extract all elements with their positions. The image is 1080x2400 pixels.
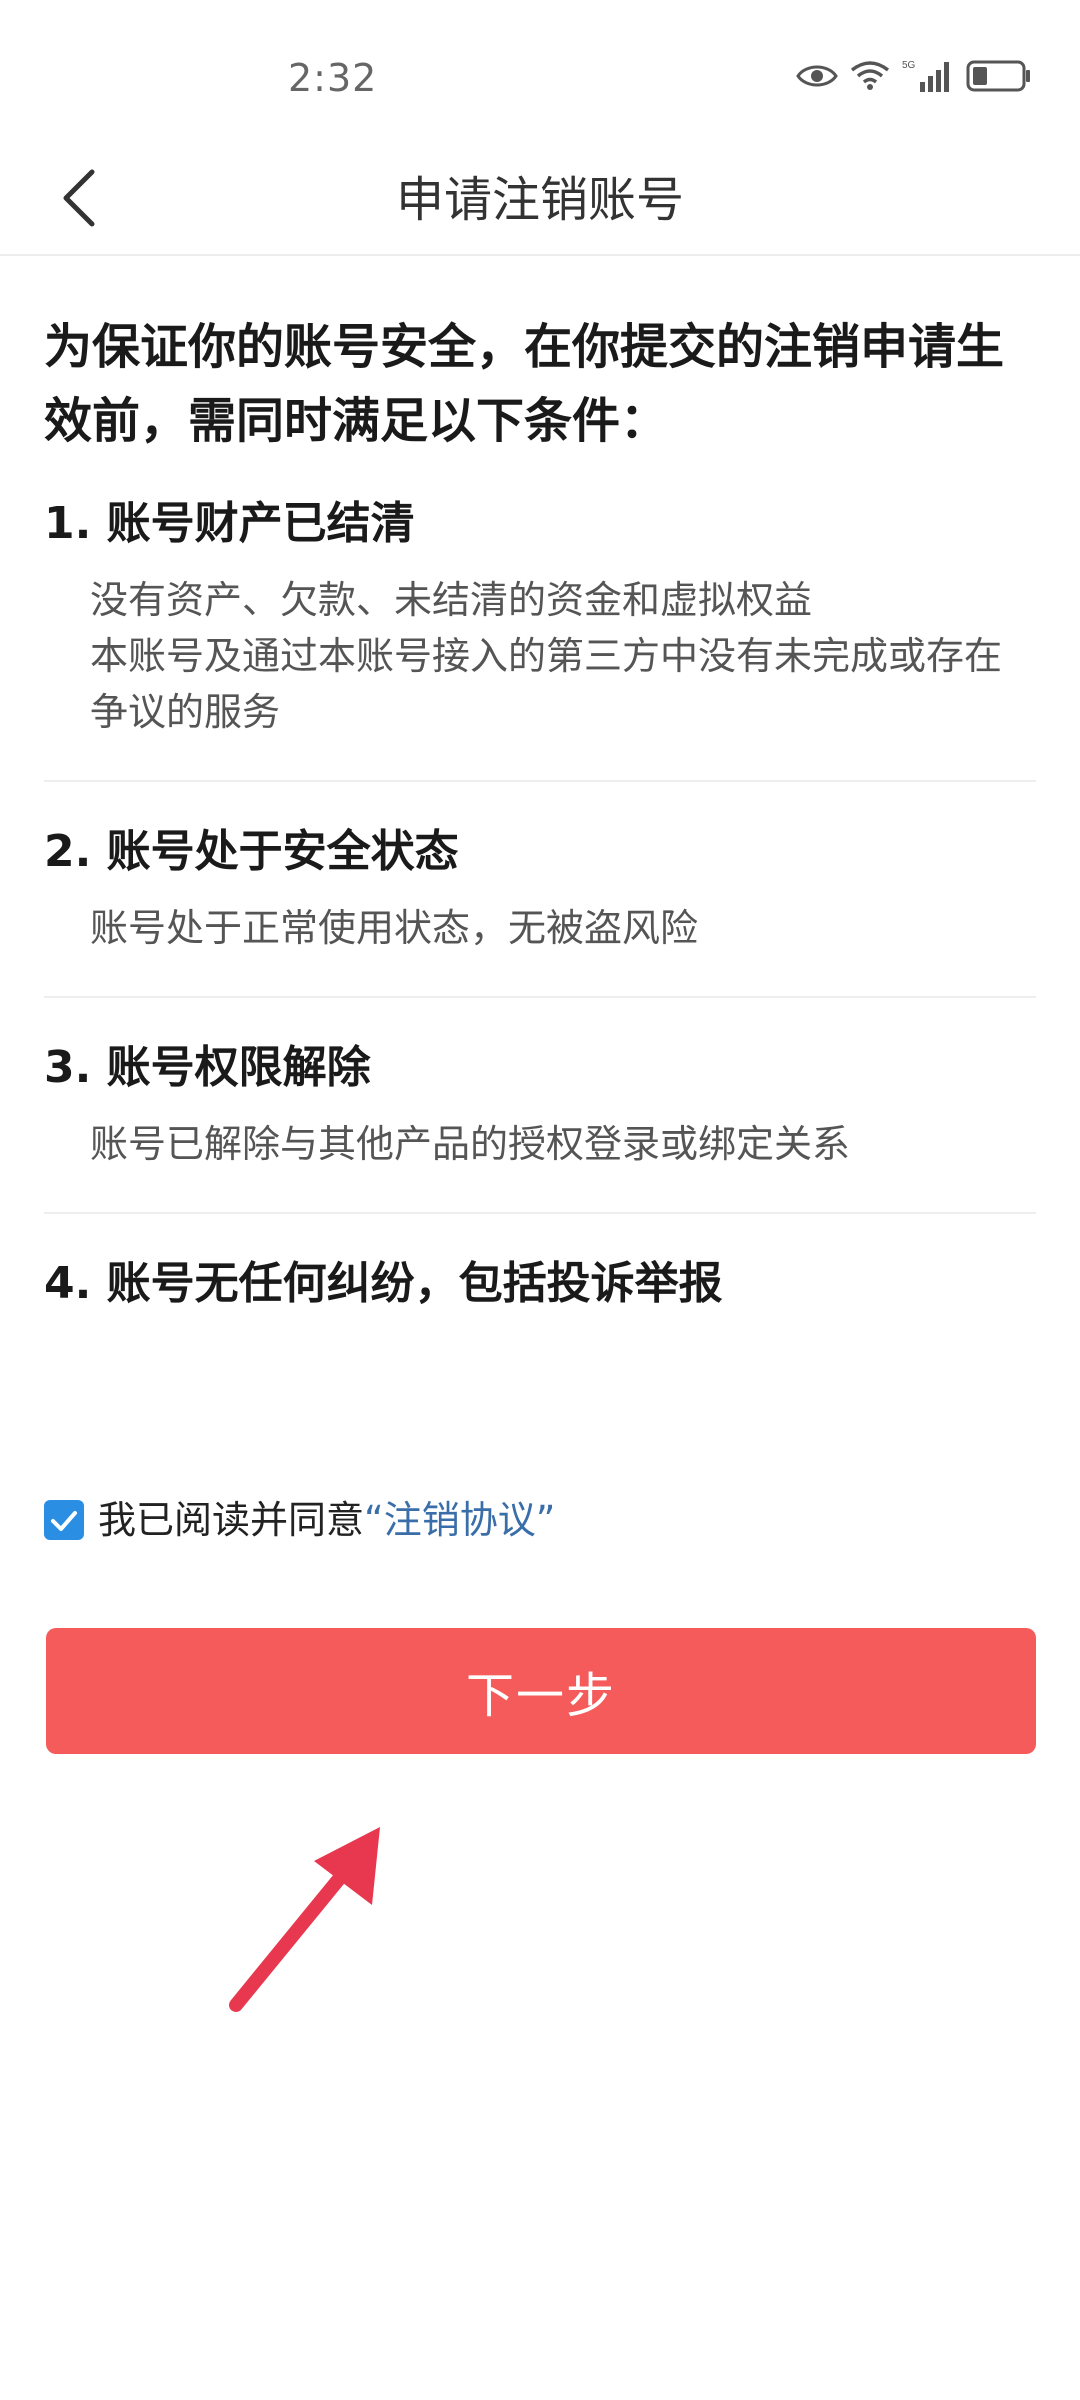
condition-title: 1. 账号财产已结清 [44, 498, 415, 549]
status-bar: 2:32 5G [0, 0, 1080, 150]
condition-desc: 没有资产、欠款、未结清的资金和虚拟权益 [90, 578, 813, 622]
condition-title: 3. 账号权限解除 [44, 1042, 371, 1093]
battery-icon [966, 59, 1032, 93]
condition-4: 4. 账号无任何纠纷，包括投诉举报 [44, 1252, 1036, 1372]
next-button[interactable]: 下一步 [46, 1628, 1036, 1754]
page-title: 申请注销账号 [395, 172, 684, 228]
eye-icon [796, 62, 838, 90]
agreement-row: 我已阅读并同意 “注销协议” [44, 1490, 555, 1550]
app-header: 申请注销账号 [0, 150, 1080, 256]
condition-title: 4. 账号无任何纠纷，包括投诉举报 [44, 1258, 723, 1309]
status-icons: 5G [796, 58, 1032, 94]
intro-text: 为保证你的账号安全，在你提交的注销申请生效前，需同时满足以下条件： [44, 319, 1005, 449]
status-time: 2:32 [288, 56, 378, 100]
agreement-checkbox[interactable] [44, 1500, 84, 1540]
annotation-arrow-icon [222, 1815, 392, 2015]
checkmark-icon [49, 1490, 79, 1550]
wifi-icon [850, 60, 890, 92]
content: 为保证你的账号安全，在你提交的注销申请生效前，需同时满足以下条件： 1. 账号财… [44, 310, 1036, 1410]
condition-title: 2. 账号处于安全状态 [44, 826, 459, 877]
agreement-text: 我已阅读并同意 [98, 1498, 365, 1542]
cancellation-agreement-link[interactable]: “注销协议” [364, 1490, 555, 1550]
condition-desc: 本账号及通过本账号接入的第三方中没有未完成或存在争议的服务 [90, 634, 1003, 734]
condition-2: 2. 账号处于安全状态 账号处于正常使用状态，无被盗风险 [44, 820, 1036, 998]
network-label: 5G [902, 60, 916, 71]
condition-1: 1. 账号财产已结清 没有资产、欠款、未结清的资金和虚拟权益 本账号及通过本账号… [44, 492, 1036, 782]
condition-desc: 账号已解除与其他产品的授权登录或绑定关系 [90, 1122, 851, 1166]
condition-3: 3. 账号权限解除 账号已解除与其他产品的授权登录或绑定关系 [44, 1036, 1036, 1214]
5g-signal-icon: 5G [902, 58, 954, 94]
condition-desc: 账号处于正常使用状态，无被盗风险 [90, 906, 699, 950]
